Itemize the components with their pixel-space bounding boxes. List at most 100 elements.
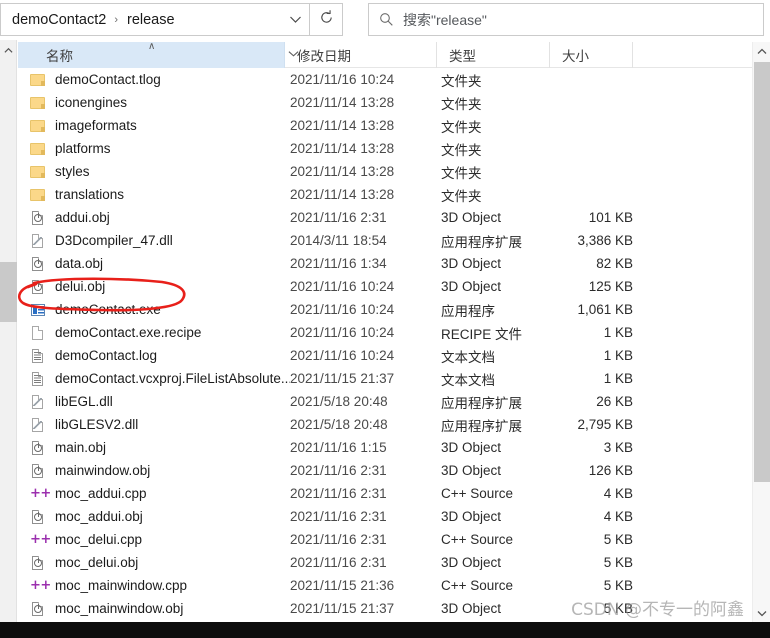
file-name-label: main.obj: [55, 440, 107, 455]
file-name-cell[interactable]: libGLESV2.dll: [18, 417, 290, 433]
column-header-type[interactable]: 类型: [437, 42, 550, 68]
file-list[interactable]: demoContact.tlog 2021/11/16 10:24 文件夹 icone…: [18, 68, 752, 622]
file-name-cell[interactable]: demoContact.log: [18, 348, 290, 364]
address-bar[interactable]: demoContact2 › release: [0, 3, 310, 36]
file-name-cell[interactable]: ++ moc_mainwindow.cpp: [18, 578, 290, 594]
column-header-date[interactable]: 修改日期: [285, 42, 437, 68]
file-date-cell: 2021/11/16 10:24: [290, 279, 395, 294]
file-row[interactable]: D3Dcompiler_47.dll 2014/3/11 18:54 应用程序扩展 3…: [18, 229, 752, 252]
column-header-name-label: 名称: [46, 49, 73, 64]
file-row[interactable]: demoContact.exe.recipe 2021/11/16 10:24 RE…: [18, 321, 752, 344]
file-size-cell: 5 KB: [603, 532, 633, 547]
file-row[interactable]: imageformats 2021/11/14 13:28 文件夹: [18, 114, 752, 137]
file-name-cell[interactable]: moc_addui.obj: [18, 509, 290, 525]
file-row[interactable]: demoContact.exe 2021/11/16 10:24 应用程序 1,061…: [18, 298, 752, 321]
file-size-cell: 5 KB: [603, 601, 633, 616]
file-name-cell[interactable]: demoContact.vcxproj.FileListAbsolute...: [18, 371, 290, 387]
search-input[interactable]: 搜索"release": [403, 10, 487, 30]
file-name-label: mainwindow.obj: [55, 463, 151, 478]
file-row[interactable]: moc_mainwindow.obj 2021/11/15 21:37 3D Obj…: [18, 597, 752, 620]
file-name-cell[interactable]: imageformats: [18, 118, 290, 134]
file-name-cell[interactable]: demoContact.exe.recipe: [18, 325, 290, 341]
file-name-label: data.obj: [55, 256, 104, 271]
sort-ascending-icon: ∧: [148, 41, 156, 52]
chevron-up-icon[interactable]: [0, 42, 17, 58]
file-name-cell[interactable]: demoContact.exe: [18, 302, 290, 318]
file-row[interactable]: libEGL.dll 2021/5/18 20:48 应用程序扩展 26 KB: [18, 390, 752, 413]
file-name-label: libGLESV2.dll: [55, 417, 139, 432]
file-size-cell: 1,061 KB: [577, 302, 633, 317]
column-header-type-label: 类型: [449, 49, 476, 64]
file-row[interactable]: moc_addui.obj 2021/11/16 2:31 3D Object 4 K…: [18, 505, 752, 528]
refresh-button[interactable]: [310, 3, 343, 36]
file-row[interactable]: translations 2021/11/14 13:28 文件夹: [18, 183, 752, 206]
file-name-cell[interactable]: mainwindow.obj: [18, 463, 290, 479]
file-size-cell: 1 KB: [603, 371, 633, 386]
file-name-cell[interactable]: ++ moc_delui.cpp: [18, 532, 290, 548]
file-row[interactable]: addui.obj 2021/11/16 2:31 3D Object 101 KB: [18, 206, 752, 229]
folder-icon: [30, 72, 46, 88]
file-row[interactable]: data.obj 2021/11/16 1:34 3D Object 82 KB: [18, 252, 752, 275]
file-name-cell[interactable]: D3Dcompiler_47.dll: [18, 233, 290, 249]
file-date-cell: 2021/11/14 13:28: [290, 95, 395, 110]
text-file-icon: [30, 371, 46, 387]
search-box[interactable]: 搜索"release": [368, 3, 764, 36]
file-name-cell[interactable]: translations: [18, 187, 290, 203]
file-type-cell: 文件夹: [441, 119, 482, 135]
file-name-label: moc_mainwindow.cpp: [55, 578, 188, 593]
file-row[interactable]: demoContact.tlog 2021/11/16 10:24 文件夹: [18, 68, 752, 91]
file-name-cell[interactable]: libEGL.dll: [18, 394, 290, 410]
file-size-cell: 3,386 KB: [577, 233, 633, 248]
file-row[interactable]: ++ moc_mainwindow.cpp 2021/11/15 21:36 C++ …: [18, 574, 752, 597]
column-header-blank[interactable]: [633, 42, 752, 68]
vertical-scrollbar[interactable]: [752, 42, 770, 622]
file-explorer-window: demoContact2 › release 搜索"release" 名称 ∧ …: [0, 0, 770, 638]
column-header-size[interactable]: 大小: [550, 42, 633, 68]
file-row[interactable]: ++ moc_addui.cpp 2021/11/16 2:31 C++ Source…: [18, 482, 752, 505]
file-name-cell[interactable]: addui.obj: [18, 210, 290, 226]
file-name-cell[interactable]: main.obj: [18, 440, 290, 456]
file-type-cell: 文件夹: [441, 73, 482, 89]
navigation-pane-scrollbar[interactable]: [0, 40, 17, 622]
chevron-down-icon[interactable]: [288, 48, 299, 60]
file-date-cell: 2021/11/16 2:31: [290, 463, 387, 478]
breadcrumb-separator: ›: [114, 13, 118, 26]
chevron-down-icon[interactable]: [281, 4, 309, 35]
file-size-cell: 126 KB: [588, 463, 633, 478]
file-row[interactable]: ++ moc_delui.cpp 2021/11/16 2:31 C++ Source…: [18, 528, 752, 551]
page-file-icon: [30, 325, 46, 341]
file-size-cell: 82 KB: [596, 256, 633, 271]
file-name-cell[interactable]: moc_delui.obj: [18, 555, 290, 571]
column-header-name[interactable]: 名称 ∧: [18, 42, 285, 68]
file-row[interactable]: demoContact.log 2021/11/16 10:24 文本文档 1 KB: [18, 344, 752, 367]
file-name-cell[interactable]: moc_mainwindow.obj: [18, 601, 290, 617]
folder-icon: [30, 164, 46, 180]
file-name-cell[interactable]: demoContact.tlog: [18, 72, 290, 88]
file-name-cell[interactable]: data.obj: [18, 256, 290, 272]
file-row[interactable]: demoContact.vcxproj.FileListAbsolute... 2…: [18, 367, 752, 390]
file-row[interactable]: main.obj 2021/11/16 1:15 3D Object 3 KB: [18, 436, 752, 459]
file-row[interactable]: mainwindow.obj 2021/11/16 2:31 3D Object 12…: [18, 459, 752, 482]
chevron-up-icon[interactable]: [753, 42, 770, 60]
file-size-cell: 1 KB: [603, 325, 633, 340]
file-name-cell[interactable]: platforms: [18, 141, 290, 157]
file-name-label: D3Dcompiler_47.dll: [55, 233, 173, 248]
search-icon: [369, 4, 403, 35]
file-name-cell[interactable]: iconengines: [18, 95, 290, 111]
file-row[interactable]: platforms 2021/11/14 13:28 文件夹: [18, 137, 752, 160]
file-row[interactable]: iconengines 2021/11/14 13:28 文件夹: [18, 91, 752, 114]
file-name-cell[interactable]: styles: [18, 164, 290, 180]
file-size-cell: 5 KB: [603, 555, 633, 570]
chevron-down-icon[interactable]: [753, 604, 770, 622]
navigation-pane-scroll-thumb[interactable]: [0, 262, 17, 322]
breadcrumb-item-current[interactable]: release: [125, 12, 177, 28]
file-row[interactable]: styles 2021/11/14 13:28 文件夹: [18, 160, 752, 183]
scrollbar-thumb[interactable]: [754, 62, 770, 482]
file-row[interactable]: delui.obj 2021/11/16 10:24 3D Object 125 KB: [18, 275, 752, 298]
file-row[interactable]: moc_delui.obj 2021/11/16 2:31 3D Object 5 K…: [18, 551, 752, 574]
breadcrumb-item-root[interactable]: demoContact2: [1, 12, 108, 28]
bottom-bar: [0, 622, 770, 638]
file-row[interactable]: libGLESV2.dll 2021/5/18 20:48 应用程序扩展 2,795 …: [18, 413, 752, 436]
file-name-cell[interactable]: delui.obj: [18, 279, 290, 295]
file-name-cell[interactable]: ++ moc_addui.cpp: [18, 486, 290, 502]
